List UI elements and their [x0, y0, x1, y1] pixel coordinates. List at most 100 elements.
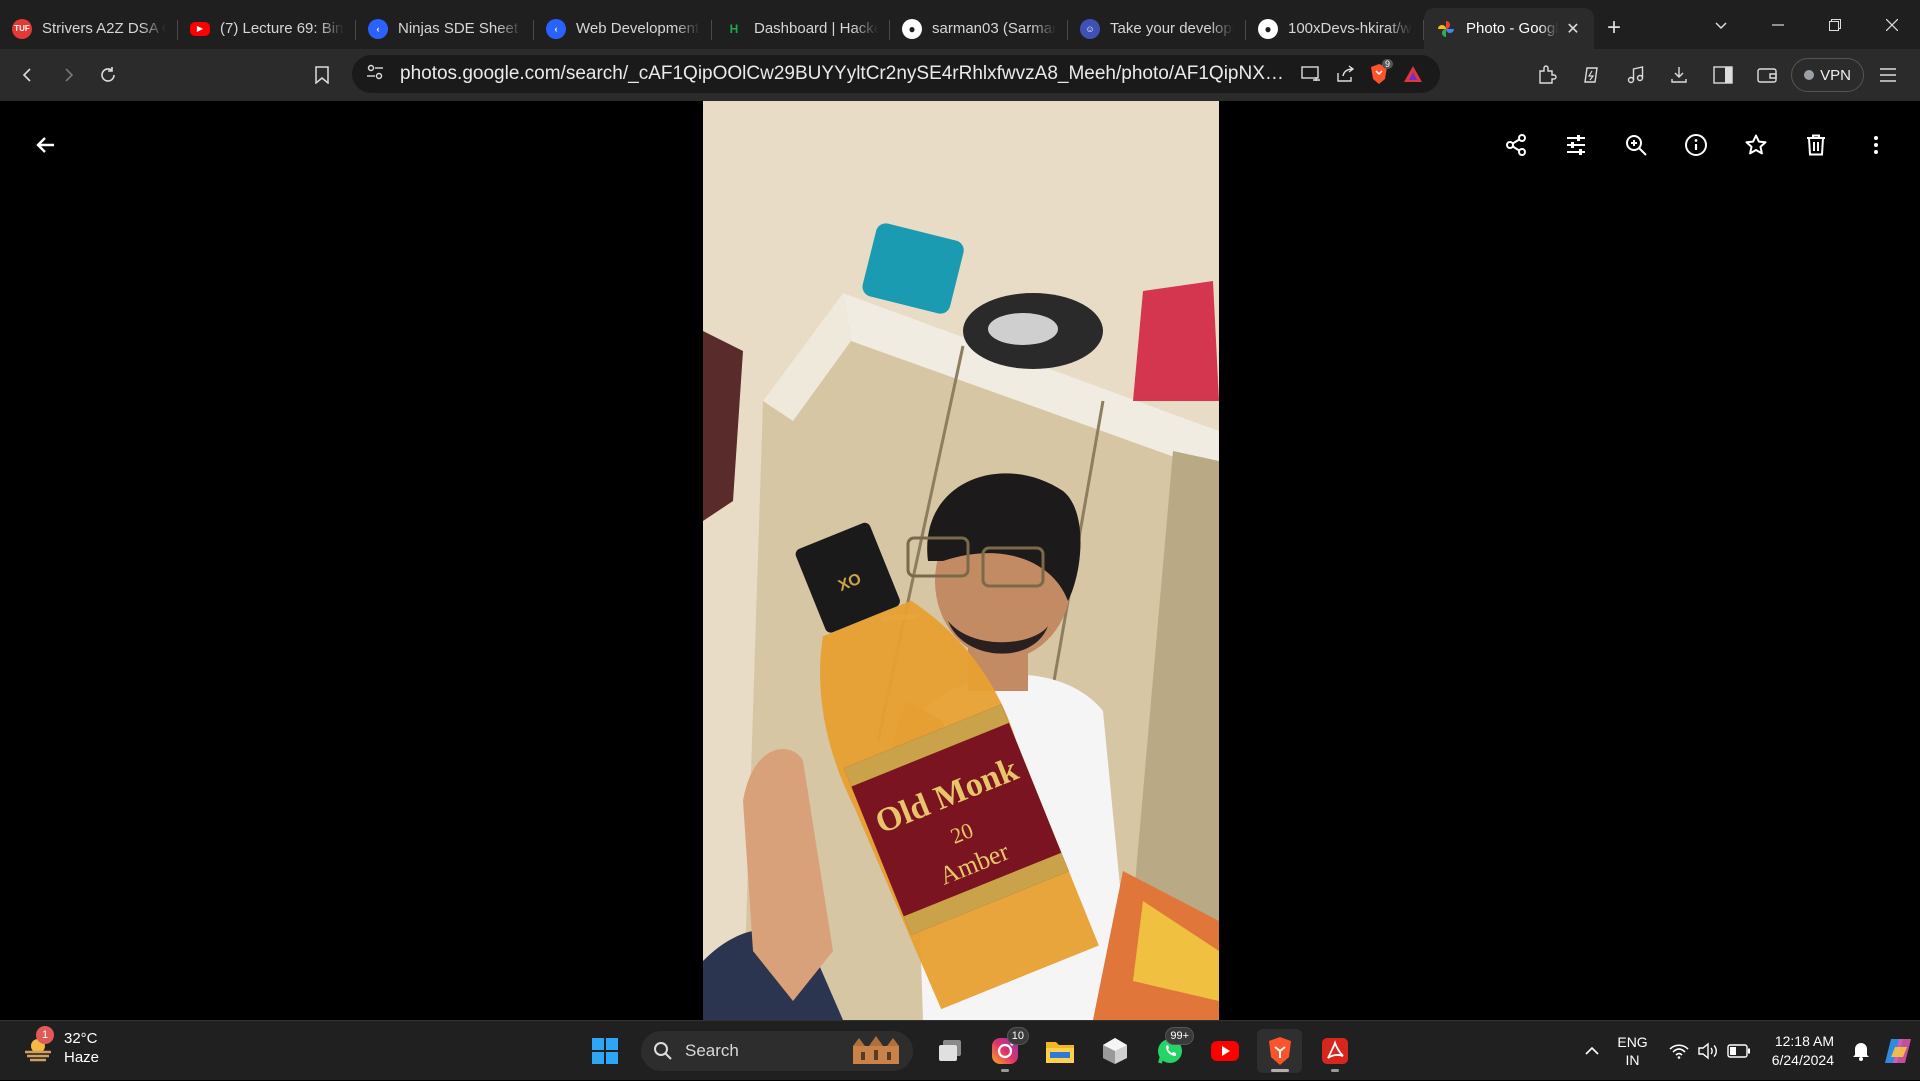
taskbar-search[interactable]: Search — [641, 1031, 913, 1071]
acrobat-icon[interactable] — [1312, 1029, 1357, 1073]
hackerrank-icon: H — [724, 18, 744, 39]
share-page-icon[interactable] — [1328, 57, 1362, 91]
tab-take-your-development[interactable]: ☺ Take your development — [1068, 8, 1246, 49]
language-code: ENG — [1617, 1034, 1648, 1050]
github-icon: ● — [1258, 18, 1278, 39]
weather-condition: Haze — [64, 1049, 100, 1066]
google-photos-icon — [1436, 19, 1456, 39]
downloads-icon[interactable] — [1659, 55, 1699, 95]
running-indicator — [1000, 1069, 1009, 1072]
profile-icon: ☺ — [1080, 18, 1100, 39]
back-nav-icon[interactable] — [8, 55, 48, 95]
tab-title: Take your development — [1110, 20, 1234, 37]
more-vert-icon[interactable] — [1852, 121, 1900, 169]
tuf-logo-icon: TUF — [12, 18, 32, 39]
close-tab-icon[interactable]: ✕ — [1564, 20, 1582, 38]
volume-icon[interactable] — [1694, 1031, 1724, 1071]
edit-adjust-icon[interactable] — [1552, 121, 1600, 169]
tab-web-development[interactable]: ‹ Web Development Course — [534, 8, 712, 49]
system-clock[interactable]: 12:18 AM 6/24/2024 — [1772, 1032, 1834, 1070]
brave-icon[interactable] — [1257, 1029, 1302, 1073]
instagram-icon[interactable]: 10 — [982, 1027, 1029, 1073]
weather-widget[interactable]: 1 32°C Haze — [22, 1026, 100, 1067]
search-placeholder: Search — [685, 1041, 739, 1060]
share-icon[interactable] — [1492, 121, 1540, 169]
windows-taskbar: 1 32°C Haze Search 10 99+ ENG IN 12:18 A… — [0, 1020, 1920, 1080]
arrow-left-icon[interactable] — [24, 123, 68, 167]
file-explorer-icon[interactable] — [1037, 1029, 1082, 1073]
bookmark-icon[interactable] — [302, 55, 342, 95]
haze-weather-icon: 1 — [22, 1026, 54, 1064]
region-code: IN — [1625, 1052, 1640, 1068]
zoom-in-icon[interactable] — [1612, 121, 1660, 169]
taskbar-apps: Search 10 99+ — [582, 1027, 1357, 1073]
tab-hackerrank[interactable]: H Dashboard | HackerRank — [712, 8, 890, 49]
tab-ninjas-sde-sheet[interactable]: ‹ Ninjas SDE Sheet - Coding — [356, 8, 534, 49]
search-icon — [654, 1042, 672, 1060]
delete-icon[interactable] — [1792, 121, 1840, 169]
language-indicator[interactable]: ENG IN — [1617, 1033, 1647, 1069]
shields-count-badge: 9 — [1381, 59, 1393, 69]
star-icon[interactable] — [1732, 121, 1780, 169]
site-settings-icon[interactable] — [366, 64, 384, 85]
youtube-icon[interactable] — [1202, 1029, 1247, 1073]
tab-100xdevs[interactable]: ● 100xDevs-hkirat/week — [1246, 8, 1424, 49]
task-view-icon[interactable] — [927, 1029, 972, 1073]
window-controls — [1692, 0, 1920, 49]
tab-strivers[interactable]: TUF Strivers A2Z DSA Course — [0, 8, 178, 49]
tab-title: Strivers A2Z DSA Course — [42, 20, 166, 37]
coding-ninjas-icon: ‹ — [368, 18, 388, 39]
info-icon[interactable] — [1672, 121, 1720, 169]
running-indicator — [1330, 1069, 1339, 1072]
restore-icon[interactable] — [1806, 0, 1863, 49]
tab-title: Dashboard | HackerRank — [754, 20, 878, 37]
minimize-icon[interactable] — [1749, 0, 1806, 49]
tab-title: Photo - Google Photos — [1466, 20, 1558, 37]
address-bar[interactable]: photos.google.com/search/_cAF1QipOOlCw29… — [352, 55, 1440, 93]
tab-github-profile[interactable]: ● sarman03 (Sarman) — [890, 8, 1068, 49]
tab-title: sarman03 (Sarman) — [932, 20, 1056, 37]
github-icon: ● — [902, 18, 922, 39]
weather-alert-badge: 1 — [36, 1026, 54, 1044]
start-button[interactable] — [582, 1029, 627, 1073]
tab-title: Ninjas SDE Sheet - Coding — [398, 20, 522, 37]
brave-rewards-icon[interactable] — [1396, 57, 1430, 91]
system-tray: ENG IN 12:18 AM 6/24/2024 — [1577, 1021, 1920, 1081]
menu-icon[interactable] — [1868, 55, 1908, 95]
leo-ai-icon[interactable] — [1571, 55, 1611, 95]
tab-google-photos[interactable]: Photo - Google Photos ✕ — [1424, 8, 1594, 49]
forward-nav-icon[interactable] — [48, 55, 88, 95]
browser-toolbar: photos.google.com/search/_cAF1QipOOlCw29… — [0, 49, 1920, 101]
reload-icon[interactable] — [88, 55, 128, 95]
brave-shields-icon[interactable]: 9 — [1362, 57, 1396, 91]
media-controls-icon[interactable] — [1615, 55, 1655, 95]
running-indicator — [1270, 1069, 1289, 1072]
tab-search-chevron-icon[interactable] — [1692, 0, 1749, 49]
clock-date: 6/24/2024 — [1771, 1052, 1834, 1068]
tab-title: Web Development Course — [576, 20, 700, 37]
tab-title: (7) Lecture 69: Binary — [220, 20, 344, 37]
new-tab-button[interactable]: + — [1594, 8, 1634, 48]
wifi-icon[interactable] — [1664, 1031, 1694, 1071]
vpn-status-icon — [1804, 70, 1815, 80]
vpn-button[interactable]: VPN — [1791, 58, 1864, 92]
chevron-up-icon[interactable] — [1577, 1031, 1607, 1071]
coding-ninjas-icon: ‹ — [546, 18, 566, 39]
close-window-icon[interactable] — [1863, 0, 1920, 49]
photo-image[interactable]: Old Monk 20 Amber XO — [703, 101, 1219, 1020]
url-text[interactable]: photos.google.com/search/_cAF1QipOOlCw29… — [400, 63, 1294, 85]
cast-icon[interactable] — [1294, 57, 1328, 91]
notification-bell-icon[interactable] — [1846, 1031, 1876, 1071]
whatsapp-icon[interactable]: 99+ — [1147, 1027, 1194, 1073]
battery-icon[interactable] — [1724, 1031, 1754, 1071]
whatsapp-badge: 99+ — [1165, 1027, 1194, 1045]
tab-youtube-lecture[interactable]: ▶ (7) Lecture 69: Binary — [178, 8, 356, 49]
clock-time: 12:18 AM — [1774, 1033, 1834, 1049]
extensions-icon[interactable] — [1527, 55, 1567, 95]
photo-actions — [1492, 121, 1900, 169]
unity-icon[interactable] — [1092, 1029, 1137, 1073]
copilot-icon[interactable] — [1876, 1031, 1920, 1071]
sidebar-toggle-icon[interactable] — [1703, 55, 1743, 95]
browser-tab-strip: TUF Strivers A2Z DSA Course ▶ (7) Lectur… — [0, 0, 1920, 49]
wallet-icon[interactable] — [1747, 55, 1787, 95]
